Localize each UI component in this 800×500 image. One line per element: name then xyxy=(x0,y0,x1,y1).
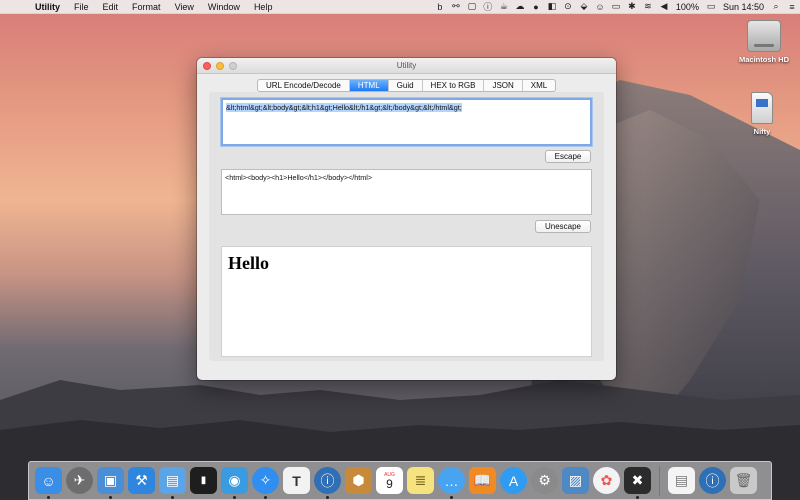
calendar-icon[interactable]: AUG 9 xyxy=(376,467,403,494)
utility-tools-icon[interactable]: ✖ xyxy=(624,467,651,499)
menu-format[interactable]: Format xyxy=(125,2,168,12)
dropbox-icon[interactable]: ⬙ xyxy=(576,1,592,12)
escaped-html-input[interactable]: &lt;html&gt;&lt;body&gt;&lt;h1&gt;Hello&… xyxy=(221,98,592,146)
airplay-icon[interactable]: ▭ xyxy=(608,1,624,12)
tab-url-encode[interactable]: URL Encode/Decode xyxy=(258,80,350,91)
trash-icon[interactable]: 🗑 xyxy=(730,467,757,494)
menu-file[interactable]: File xyxy=(67,2,96,12)
clipboard-icon[interactable]: ▢ xyxy=(464,1,480,12)
appstore-icon[interactable]: A xyxy=(500,467,527,494)
onepassword-mini-icon[interactable]: ⓘ xyxy=(699,467,726,494)
battery-percent[interactable]: 100% xyxy=(672,2,703,12)
onepassword-icon[interactable]: ⓘ xyxy=(314,467,341,499)
ibooks-icon[interactable]: 📖 xyxy=(469,467,496,494)
window-titlebar[interactable]: Utility xyxy=(197,58,616,74)
desktop-item-label: Macintosh HD xyxy=(738,55,789,64)
html-panel: &lt;html&gt;&lt;body&gt;&lt;h1&gt;Hello&… xyxy=(209,92,604,361)
tab-guid[interactable]: Guid xyxy=(389,80,423,91)
notes-icon[interactable]: ≣ xyxy=(407,467,434,494)
battery-icon[interactable]: ▭ xyxy=(703,1,719,12)
unescaped-html-text: <html><body><h1>Hello</h1></body></html> xyxy=(225,173,373,182)
desktop-item-macintosh-hd[interactable]: Macintosh HD xyxy=(724,20,800,64)
tab-html[interactable]: HTML xyxy=(349,80,389,91)
record-icon[interactable]: ● xyxy=(528,2,544,12)
face-icon[interactable]: ☺ xyxy=(592,2,608,12)
menu-window[interactable]: Window xyxy=(201,2,247,12)
menu-help[interactable]: Help xyxy=(247,2,280,12)
utility-window: Utility URL Encode/Decode HTML Guid HEX … xyxy=(197,58,616,380)
folder-icon[interactable]: ▤ xyxy=(159,467,186,499)
xcode-icon[interactable]: ⚒ xyxy=(128,467,155,494)
archive-icon[interactable]: ⬢ xyxy=(345,467,372,494)
typora-icon[interactable]: T xyxy=(283,467,310,494)
unescape-button[interactable]: Unescape xyxy=(535,220,591,233)
launchpad-icon[interactable]: ✈ xyxy=(66,467,93,494)
wifi-icon[interactable]: ≋ xyxy=(640,1,656,12)
tab-bar: URL Encode/Decode HTML Guid HEX to RGB J… xyxy=(257,79,557,92)
link-icon[interactable]: ⚯ xyxy=(448,1,464,12)
volume-icon[interactable]: ◀ xyxy=(656,1,672,12)
zoom-icon[interactable] xyxy=(229,62,237,70)
messages-icon[interactable]: … xyxy=(438,467,465,499)
search-icon[interactable]: ⌕ xyxy=(768,1,784,12)
menu-edit[interactable]: Edit xyxy=(96,2,126,12)
bluetooth-icon[interactable]: ✱ xyxy=(624,1,640,12)
escaped-html-text: &lt;html&gt;&lt;body&gt;&lt;h1&gt;Hello&… xyxy=(226,103,462,112)
unescaped-html-output[interactable]: <html><body><h1>Hello</h1></body></html> xyxy=(221,169,592,215)
bartender-icon[interactable]: b xyxy=(432,2,448,12)
photos-icon[interactable]: ✿ xyxy=(593,467,620,494)
onepassword-status-icon[interactable]: ⓘ xyxy=(480,0,496,13)
terminal-icon[interactable]: ▮ xyxy=(190,467,217,494)
finder-icon[interactable]: ☺ xyxy=(35,467,62,499)
desktop-item-label: Nifty xyxy=(753,127,771,136)
screen-icon[interactable]: ◧ xyxy=(544,1,560,12)
system-preferences-icon[interactable]: ⚙ xyxy=(531,467,558,494)
sd-card-icon xyxy=(751,92,773,124)
safari-icon[interactable]: ✧ xyxy=(252,467,279,499)
menu-bar: Utility File Edit Format View Window Hel… xyxy=(0,0,800,14)
document-icon[interactable]: ▤ xyxy=(668,467,695,494)
close-icon[interactable] xyxy=(203,62,211,70)
tweetbot-icon[interactable]: ◉ xyxy=(221,467,248,499)
preview-heading: Hello xyxy=(228,253,269,273)
status-area: b ⚯ ▢ ⓘ ☕ ☁ ● ◧ ⊙ ⬙ ☺ ▭ ✱ ≋ ◀ 100% ▭ Sun… xyxy=(432,0,800,14)
escape-button[interactable]: Escape xyxy=(545,150,591,163)
image-viewer-icon[interactable]: ▨ xyxy=(562,467,589,494)
calendar-day: 9 xyxy=(386,476,393,491)
html-preview[interactable]: Hello xyxy=(221,246,592,357)
cloud-icon[interactable]: ☁ xyxy=(512,1,528,12)
caffeine-icon[interactable]: ☕ xyxy=(496,1,512,12)
tab-hex-to-rgb[interactable]: HEX to RGB xyxy=(423,80,485,91)
window-controls xyxy=(203,62,237,70)
desktop-item-nifty[interactable]: Nifty xyxy=(722,92,800,136)
preview-icon[interactable]: ▣ xyxy=(97,467,124,499)
clock[interactable]: Sun 14:50 xyxy=(719,2,768,12)
window-title: Utility xyxy=(396,61,417,70)
dock: ☺ ✈ ▣ ⚒ ▤ ▮ ◉ ✧ T ⓘ ⬢ AUG 9 ≣ … 📖 A ⚙ ▨ … xyxy=(28,461,772,500)
tab-json[interactable]: JSON xyxy=(484,80,523,91)
dock-separator xyxy=(659,465,660,496)
menu-app-name[interactable]: Utility xyxy=(28,2,67,12)
menu-view[interactable]: View xyxy=(168,2,201,12)
notification-center-icon[interactable]: ≡ xyxy=(784,2,800,12)
tab-xml[interactable]: XML xyxy=(523,80,555,91)
minimize-icon[interactable] xyxy=(216,62,224,70)
eye-icon[interactable]: ⊙ xyxy=(560,1,576,12)
hard-drive-icon xyxy=(747,20,781,52)
